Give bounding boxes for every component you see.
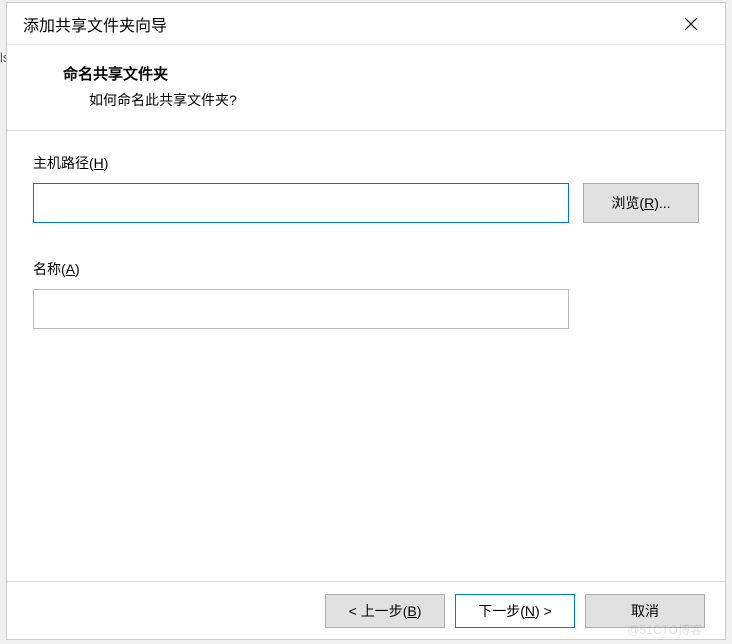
window-title: 添加共享文件夹向导 bbox=[23, 12, 167, 36]
close-icon bbox=[684, 17, 698, 31]
host-path-group: 主机路径(H) 浏览(R)... bbox=[33, 153, 699, 223]
host-path-input[interactable] bbox=[33, 183, 569, 223]
host-path-row: 浏览(R)... bbox=[33, 183, 699, 223]
close-button[interactable] bbox=[671, 8, 711, 40]
wizard-content: 主机路径(H) 浏览(R)... 名称(A) bbox=[7, 131, 725, 329]
back-button[interactable]: < 上一步(B) bbox=[325, 594, 445, 628]
browse-button[interactable]: 浏览(R)... bbox=[583, 183, 699, 223]
wizard-window: 添加共享文件夹向导 命名共享文件夹 如何命名此共享文件夹? 主机路径(H) 浏览… bbox=[6, 2, 726, 640]
wizard-step-subtitle: 如何命名此共享文件夹? bbox=[89, 90, 725, 110]
host-path-label: 主机路径(H) bbox=[33, 153, 699, 173]
wizard-footer: < 上一步(B) 下一步(N) > 取消 bbox=[7, 581, 725, 639]
titlebar: 添加共享文件夹向导 bbox=[7, 3, 725, 45]
next-button[interactable]: 下一步(N) > bbox=[455, 594, 575, 628]
wizard-header: 命名共享文件夹 如何命名此共享文件夹? bbox=[7, 45, 725, 131]
name-label: 名称(A) bbox=[33, 259, 699, 279]
name-group: 名称(A) bbox=[33, 259, 699, 329]
name-input[interactable] bbox=[33, 289, 569, 329]
cancel-button[interactable]: 取消 bbox=[585, 594, 705, 628]
wizard-step-title: 命名共享文件夹 bbox=[63, 63, 725, 84]
